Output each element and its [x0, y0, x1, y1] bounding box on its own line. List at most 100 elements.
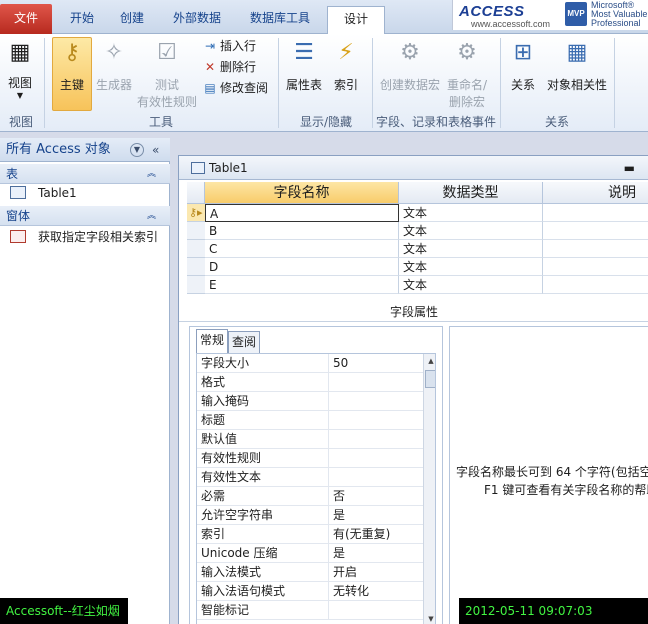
chevron-down-icon[interactable]: ▼ — [130, 143, 144, 157]
row-selector[interactable] — [187, 258, 205, 276]
column-header-field-name[interactable]: 字段名称 — [205, 182, 399, 204]
property-value[interactable]: 开启 — [329, 563, 423, 582]
tab-design[interactable]: 设计 — [327, 6, 385, 35]
nav-section-tables-label: 表 — [6, 167, 19, 181]
nav-pane-header[interactable]: 所有 Access 对象 — [0, 138, 170, 162]
column-header-data-type[interactable]: 数据类型 — [399, 182, 543, 204]
checklist-icon: ☑ — [157, 40, 177, 65]
description-cell[interactable] — [543, 222, 648, 240]
property-value[interactable] — [329, 468, 423, 487]
property-value[interactable] — [329, 392, 423, 411]
property-value[interactable] — [329, 373, 423, 392]
row-selector[interactable]: ⚷▸ — [187, 204, 205, 222]
modify-lookups-button[interactable]: ▤ 修改查阅 — [202, 78, 268, 98]
tab-file[interactable]: 文件 — [0, 4, 52, 34]
scroll-up-icon[interactable]: ▲ — [424, 354, 435, 368]
document-tab[interactable]: Table1 ▬ — [179, 156, 648, 180]
data-type-cell[interactable]: 文本 — [399, 240, 543, 258]
property-sheet-button[interactable]: ☰ 属性表 — [282, 38, 326, 108]
data-type-cell[interactable]: 文本 — [399, 204, 543, 222]
property-row[interactable]: 字段大小 50 — [197, 354, 423, 373]
property-row[interactable]: 有效性规则 — [197, 449, 423, 468]
property-value[interactable]: 否 — [329, 487, 423, 506]
object-dependencies-button[interactable]: ▦ 对象相关性 — [544, 38, 610, 108]
field-name-cell[interactable]: B — [205, 222, 399, 240]
property-row[interactable]: 有效性文本 — [197, 468, 423, 487]
property-value[interactable]: 是 — [329, 506, 423, 525]
property-name: 输入掩码 — [197, 392, 329, 411]
mvp-text: Microsoft® Most Valuable Professional — [591, 1, 648, 28]
property-row[interactable]: 必需否 — [197, 487, 423, 506]
property-name: 允许空字符串 — [197, 506, 329, 525]
view-button[interactable]: ▦ 视图 ▼ — [4, 38, 36, 108]
property-row[interactable]: 默认值 — [197, 430, 423, 449]
property-row[interactable]: 输入掩码 — [197, 392, 423, 411]
scroll-thumb[interactable] — [425, 370, 435, 388]
data-type-cell[interactable]: 文本 — [399, 222, 543, 240]
property-value[interactable] — [329, 430, 423, 449]
tab-create[interactable]: 创建 — [110, 6, 154, 32]
primary-key-button[interactable]: ⚷ 主键 — [52, 37, 92, 111]
field-name-cell[interactable]: E — [205, 276, 399, 294]
property-name: 字段大小 — [197, 354, 329, 373]
nav-item-table1[interactable]: Table1 — [0, 182, 170, 204]
nav-item-form[interactable]: 获取指定字段相关索引 — [0, 226, 170, 248]
property-scrollbar[interactable]: ▲ ▼ — [423, 354, 435, 624]
scroll-down-icon[interactable]: ▼ — [424, 612, 435, 624]
property-value[interactable]: 无转化 — [329, 582, 423, 601]
property-value[interactable]: 是 — [329, 544, 423, 563]
nav-section-tables[interactable]: 表 ︽ — [0, 164, 170, 184]
minimize-icon[interactable]: ▬ — [624, 156, 635, 180]
delete-rows-button[interactable]: ✕ 删除行 — [202, 57, 256, 77]
dependencies-icon: ▦ — [566, 40, 588, 65]
insert-rows-button[interactable]: ⇥ 插入行 — [202, 36, 256, 56]
row-selector[interactable] — [187, 222, 205, 240]
indexes-button[interactable]: ⚡ 索引 — [328, 38, 364, 108]
property-row[interactable]: 输入法语句模式 无转化 — [197, 582, 423, 601]
property-row[interactable]: 输入法模式 开启 — [197, 563, 423, 582]
field-name-cell[interactable]: A — [205, 204, 399, 222]
builder-button[interactable]: ✧ 生成器 — [94, 38, 134, 108]
field-name-cell[interactable]: D — [205, 258, 399, 276]
document-title: Table1 — [209, 161, 248, 175]
create-data-macros-button[interactable]: ⚙ 创建数据宏 — [378, 38, 442, 108]
field-name-cell[interactable]: C — [205, 240, 399, 258]
test-validation-rules-button[interactable]: ☑ 测试 有效性规则 — [134, 38, 200, 109]
property-row[interactable]: 标题 — [197, 411, 423, 430]
property-row[interactable]: 智能标记 — [197, 601, 423, 620]
property-row[interactable]: 索引 有(无重复) — [197, 525, 423, 544]
property-row[interactable]: 格式 — [197, 373, 423, 392]
nav-section-forms-label: 窗体 — [6, 209, 31, 223]
help-text-line-1: 字段名称最长可到 64 个字符(包括空 — [456, 465, 648, 479]
data-type-cell[interactable]: 文本 — [399, 258, 543, 276]
property-row[interactable]: Unicode 压缩是 — [197, 544, 423, 563]
data-type-cell[interactable]: 文本 — [399, 276, 543, 294]
description-cell[interactable] — [543, 276, 648, 294]
rename-delete-macro-button[interactable]: ⚙ 重命名/ 删除宏 — [442, 38, 492, 109]
branding-logo: ACCESS www.accessoft.com MVP Microsoft® … — [452, 0, 648, 30]
collapse-pane-icon[interactable]: « — [152, 138, 159, 162]
property-name: 有效性规则 — [197, 449, 329, 468]
property-value[interactable]: 有(无重复) — [329, 525, 423, 544]
tab-home[interactable]: 开始 — [60, 6, 104, 32]
column-header-description[interactable]: 说明 — [543, 182, 648, 204]
row-selector[interactable] — [187, 240, 205, 258]
property-row[interactable]: 允许空字符串是 — [197, 506, 423, 525]
tab-external-data[interactable]: 外部数据 — [160, 6, 234, 32]
row-selector[interactable] — [187, 276, 205, 294]
tab-lookup[interactable]: 查阅 — [228, 331, 261, 353]
description-cell[interactable] — [543, 258, 648, 276]
watermark-timestamp: 2012-05-11 09:07:03 00:00.000 — [459, 598, 648, 624]
relationships-button[interactable]: ⊞ 关系 — [504, 38, 542, 108]
tab-database-tools[interactable]: 数据库工具 — [240, 6, 320, 32]
nav-section-forms[interactable]: 窗体 ︽ — [0, 206, 170, 226]
property-value[interactable] — [329, 411, 423, 430]
property-value[interactable] — [329, 449, 423, 468]
description-cell[interactable] — [543, 240, 648, 258]
property-value[interactable]: 50 — [329, 354, 423, 373]
builder-label: 生成器 — [95, 78, 132, 92]
description-cell[interactable] — [543, 204, 648, 222]
property-value[interactable] — [329, 601, 423, 620]
table-icon — [191, 162, 205, 174]
tab-general[interactable]: 常规 — [196, 329, 229, 353]
